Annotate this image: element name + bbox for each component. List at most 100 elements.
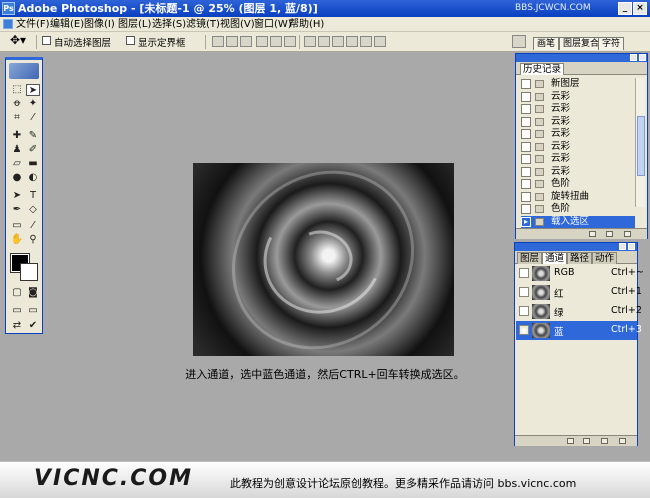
distribute-right-icon[interactable] (374, 36, 386, 47)
tab-paths[interactable]: 路径 (567, 252, 593, 264)
menu-file[interactable]: 文件(F) (16, 17, 50, 32)
channel-row-green[interactable]: 绿 Ctrl+2 (516, 302, 642, 321)
eye-icon[interactable]: ◉ (519, 325, 529, 335)
palette-tab-brushes[interactable]: 画笔 (533, 37, 560, 50)
distribute-hcenter-icon[interactable] (360, 36, 372, 47)
marquee-tool-icon[interactable]: ⬚ (10, 84, 24, 96)
distribute-vcenter-icon[interactable] (318, 36, 330, 47)
channel-row-red[interactable]: 红 Ctrl+1 (516, 283, 642, 302)
history-step[interactable]: 云彩 (521, 141, 635, 154)
history-state-arrow-icon[interactable]: ▸ (521, 216, 531, 227)
save-selection-as-channel-icon[interactable] (583, 438, 590, 444)
tab-actions[interactable]: 动作 (592, 252, 618, 264)
magic-wand-tool-icon[interactable]: ✦ (26, 98, 40, 110)
show-bounds-checkbox[interactable] (126, 36, 135, 45)
panel-minimize-button[interactable] (619, 243, 626, 250)
app-menu-icon[interactable] (3, 19, 13, 29)
lasso-tool-icon[interactable]: ꝋ (10, 98, 24, 110)
tab-layers[interactable]: 图层 (517, 252, 543, 264)
brush-tool-icon[interactable]: ✎ (26, 130, 40, 142)
tab-history[interactable]: 历史记录 (520, 63, 565, 75)
visibility-toggle[interactable] (519, 306, 529, 316)
edit-in-imageready-icon[interactable]: ✔ (26, 320, 40, 332)
create-snapshot-icon[interactable] (606, 231, 613, 237)
align-bottom-icon[interactable] (240, 36, 252, 47)
history-step[interactable]: 云彩 (521, 91, 635, 104)
tab-channels[interactable]: 通道 (542, 252, 568, 264)
history-step[interactable]: 云彩 (521, 153, 635, 166)
history-checkbox[interactable] (521, 79, 531, 89)
dodge-tool-icon[interactable]: ◐ (26, 172, 40, 184)
history-checkbox[interactable] (521, 116, 531, 127)
history-step[interactable]: 旋转扭曲 (521, 191, 635, 204)
distribute-bottom-icon[interactable] (332, 36, 344, 47)
align-left-icon[interactable] (256, 36, 268, 47)
distribute-top-icon[interactable] (304, 36, 316, 47)
slice-tool-icon[interactable]: ⁄ (26, 112, 40, 124)
history-step[interactable]: 色阶 (521, 178, 635, 191)
scrollbar-thumb[interactable] (637, 116, 645, 176)
history-step[interactable]: 云彩 (521, 103, 635, 116)
channel-row-rgb[interactable]: RGB Ctrl+~ (516, 264, 644, 283)
visibility-toggle[interactable] (519, 287, 529, 297)
panel-minimize-button[interactable] (630, 54, 637, 61)
align-hcenter-icon[interactable] (270, 36, 282, 47)
channel-row-blue[interactable]: ◉ 蓝 Ctrl+3 (516, 321, 642, 340)
history-step[interactable]: 色阶 (521, 203, 635, 216)
panel-close-button[interactable] (639, 54, 646, 61)
menu-edit[interactable]: 编辑(E) (50, 17, 84, 32)
load-channel-as-selection-icon[interactable] (567, 438, 574, 444)
blur-tool-icon[interactable]: ● (10, 172, 24, 184)
menu-layer[interactable]: 图层(L) (118, 17, 151, 32)
history-scrollbar[interactable] (635, 78, 645, 207)
file-browser-icon[interactable] (512, 35, 526, 48)
shape-tool-icon[interactable]: ◇ (26, 204, 40, 216)
move-tool-icon[interactable]: ➤ (26, 84, 40, 96)
history-step[interactable]: 云彩 (521, 128, 635, 141)
history-checkbox[interactable] (521, 154, 531, 164)
full-screen-mode-icon[interactable]: ▭ (26, 305, 40, 317)
history-checkbox[interactable] (521, 166, 531, 177)
visibility-toggle[interactable] (519, 268, 529, 278)
menu-window[interactable]: 窗口(W) (254, 17, 292, 32)
distribute-left-icon[interactable] (346, 36, 358, 47)
palette-tab-layer-comps[interactable]: 图层复合 (559, 37, 604, 50)
history-checkbox[interactable] (521, 191, 531, 202)
pen-tool-icon[interactable]: ✒ (10, 204, 24, 216)
type-tool-icon[interactable]: T (26, 190, 40, 202)
new-channel-icon[interactable] (601, 438, 608, 444)
history-checkbox[interactable] (521, 179, 531, 189)
delete-state-icon[interactable] (624, 231, 631, 237)
clone-stamp-tool-icon[interactable]: ♟ (10, 144, 24, 156)
jump-to-imageready-icon[interactable]: ⇄ (10, 320, 24, 332)
photoshop-icon[interactable]: Ps (2, 2, 15, 15)
eraser-tool-icon[interactable]: ▱ (10, 158, 24, 170)
notes-tool-icon[interactable]: ▭ (10, 220, 24, 232)
menu-select[interactable]: 选择(S) (152, 17, 186, 32)
history-step[interactable]: 云彩 (521, 116, 635, 129)
path-selection-tool-icon[interactable]: ➤ (10, 190, 24, 202)
menu-filter[interactable]: 滤镜(T) (186, 17, 220, 32)
history-checkbox[interactable] (521, 91, 531, 102)
document-canvas[interactable] (193, 133, 454, 387)
history-brush-tool-icon[interactable]: ✐ (26, 144, 40, 156)
history-checkbox[interactable] (521, 141, 531, 152)
history-checkbox[interactable] (521, 129, 531, 139)
standard-mode-icon[interactable]: ▢ (10, 287, 24, 299)
new-document-from-state-icon[interactable] (589, 231, 596, 237)
palette-tab-character[interactable]: 字符 (598, 37, 625, 50)
menu-image[interactable]: 图像(I) (84, 17, 115, 32)
background-color-swatch[interactable] (20, 263, 38, 281)
align-top-icon[interactable] (212, 36, 224, 47)
gradient-tool-icon[interactable]: ▬ (26, 158, 40, 170)
menu-view[interactable]: 视图(V) (220, 17, 255, 32)
crop-tool-icon[interactable]: ⌗ (10, 112, 24, 124)
history-step[interactable]: 新图层 (521, 78, 635, 91)
move-tool-preset-icon[interactable]: ✥▾ (10, 33, 26, 47)
close-button[interactable]: × (633, 2, 647, 15)
screen-mode-icon[interactable]: ▭ (10, 305, 24, 317)
zoom-tool-icon[interactable]: ⚲ (26, 234, 40, 246)
minimize-button[interactable]: _ (618, 2, 632, 15)
history-checkbox[interactable] (521, 104, 531, 114)
feather-logo-icon[interactable] (9, 63, 39, 79)
